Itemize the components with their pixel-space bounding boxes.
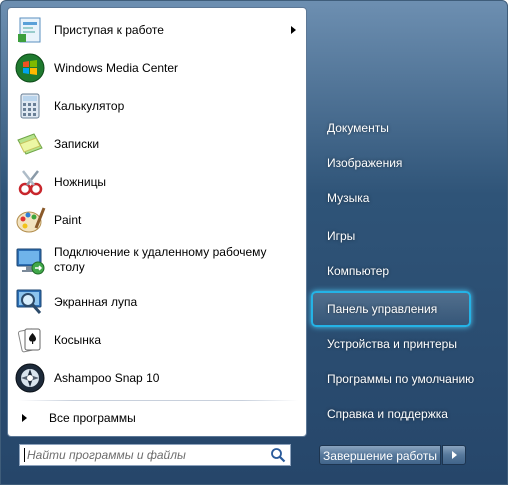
program-label: Подключение к удаленному рабочему столу — [54, 245, 267, 275]
program-item-calculator[interactable]: Калькулятор — [12, 88, 302, 124]
program-label: Windows Media Center — [54, 60, 179, 75]
expand-arrow-icon — [22, 414, 27, 422]
program-item-snipping-tool[interactable]: Ножницы — [12, 164, 302, 200]
program-label: Калькулятор — [54, 98, 125, 113]
right-item-control-panel[interactable]: Панель управления — [311, 291, 471, 327]
program-item-media-center[interactable]: Windows Media Center — [12, 50, 302, 86]
program-item-magnifier[interactable]: Экранная лупа — [12, 284, 302, 320]
sticky-notes-icon — [14, 128, 46, 160]
snipping-tool-icon — [14, 166, 46, 198]
getting-started-icon — [14, 14, 46, 46]
right-item-computer[interactable]: Компьютер — [319, 256, 495, 286]
shutdown-button[interactable]: Завершение работы — [319, 445, 441, 465]
submenu-arrow-icon — [291, 26, 296, 34]
solitaire-icon — [14, 324, 46, 356]
program-item-getting-started[interactable]: Приступая к работе — [12, 12, 302, 48]
program-label: Paint — [54, 212, 82, 227]
search-area: Найти программы и файлы — [7, 437, 307, 478]
program-label: Ножницы — [54, 174, 107, 189]
right-item-pictures[interactable]: Изображения — [319, 148, 495, 178]
right-item-help-support[interactable]: Справка и поддержка — [319, 399, 495, 429]
chevron-right-icon — [452, 451, 457, 459]
programs-separator — [18, 400, 298, 401]
magnifier-icon — [14, 286, 46, 318]
program-item-solitaire[interactable]: Косынка — [12, 322, 302, 358]
remote-desktop-icon — [14, 244, 46, 276]
right-item-music[interactable]: Музыка — [319, 183, 495, 213]
program-item-paint[interactable]: Paint — [12, 202, 302, 238]
program-item-remote-desktop[interactable]: Подключение к удаленному рабочему столу — [12, 240, 302, 280]
all-programs-button[interactable]: Все программы — [12, 404, 302, 432]
right-item-games[interactable]: Игры — [319, 221, 495, 251]
right-item-devices-printers[interactable]: Устройства и принтеры — [319, 329, 495, 359]
right-item-default-programs[interactable]: Программы по умолчанию — [319, 364, 495, 394]
search-input[interactable]: Найти программы и файлы — [19, 444, 291, 466]
program-label-line2: столу — [54, 260, 85, 274]
programs-pane: Приступая к работе Windows Media Center … — [7, 7, 307, 437]
right-item-documents[interactable]: Документы — [319, 113, 495, 143]
program-label-line1: Подключение к удаленному рабочему — [54, 245, 267, 259]
calculator-icon — [14, 90, 46, 122]
ashampoo-snap-icon — [14, 362, 46, 394]
all-programs-label: Все программы — [49, 411, 136, 425]
start-menu: Приступая к работе Windows Media Center … — [0, 0, 508, 485]
program-item-sticky-notes[interactable]: Записки — [12, 126, 302, 162]
program-label: Ashampoo Snap 10 — [54, 370, 160, 385]
program-label: Записки — [54, 136, 100, 151]
media-center-icon — [14, 52, 46, 84]
paint-icon — [14, 204, 46, 236]
program-item-ashampoo-snap[interactable]: Ashampoo Snap 10 — [12, 360, 302, 396]
program-label: Косынка — [54, 332, 102, 347]
shutdown-options-button[interactable] — [442, 445, 466, 465]
program-label: Приступая к работе — [54, 22, 164, 37]
search-placeholder: Найти программы и файлы — [24, 448, 270, 462]
program-label: Экранная лупа — [54, 294, 138, 309]
search-icon[interactable] — [270, 447, 286, 463]
